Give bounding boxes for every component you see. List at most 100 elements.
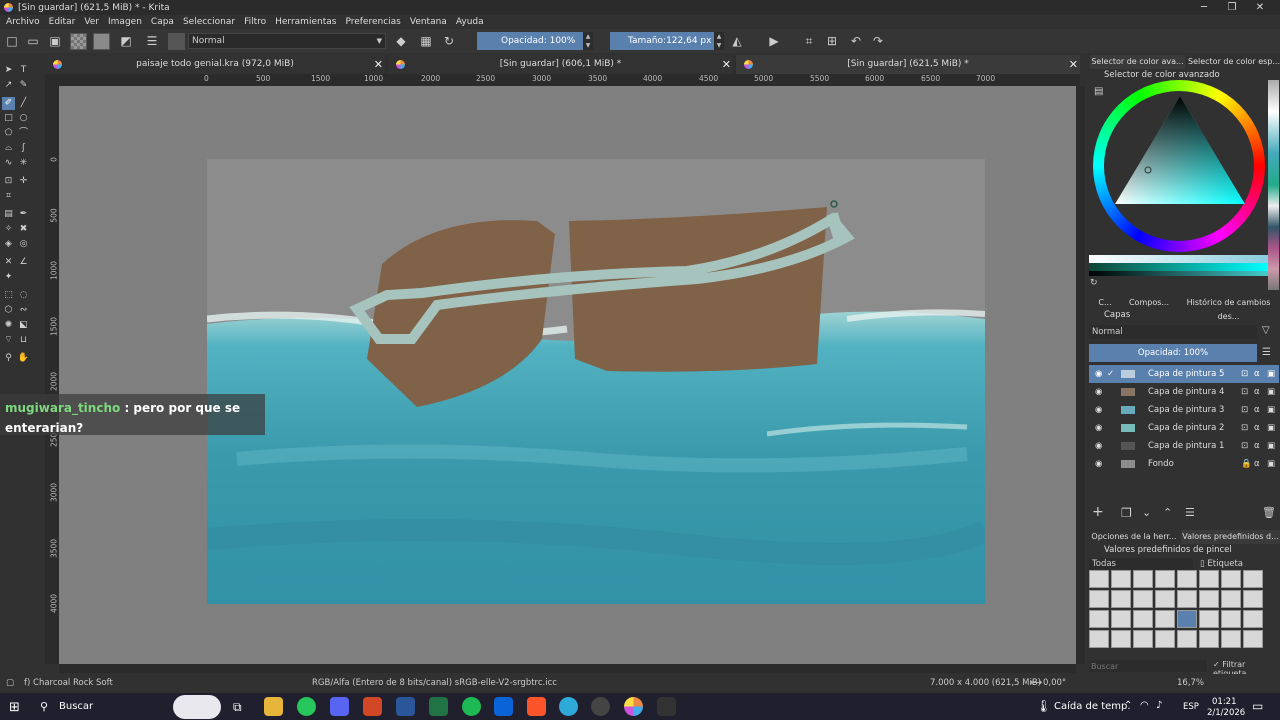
brush-preset[interactable] <box>1221 630 1241 648</box>
brush-preset[interactable] <box>1133 610 1153 628</box>
save-document-icon[interactable]: ▣ <box>47 33 63 49</box>
layer-opacity-slider[interactable]: Opacidad: 100% <box>1089 344 1257 362</box>
mirror-horizontal-icon[interactable]: ◭ <box>729 33 745 49</box>
visibility-icon[interactable]: ◉ <box>1095 437 1102 455</box>
freehand-path-icon[interactable]: ʃ <box>17 142 30 155</box>
menu-preferencias[interactable]: Preferencias <box>345 17 400 27</box>
preset-search-input[interactable] <box>1089 660 1207 672</box>
pattern-swatch[interactable] <box>93 33 110 50</box>
inherit-alpha-icon[interactable]: ▣ <box>1267 401 1275 419</box>
mail-icon[interactable] <box>494 697 513 716</box>
restore-button[interactable]: ❐ <box>1218 0 1246 15</box>
preserve-alpha-icon[interactable]: ▦ <box>418 33 434 49</box>
transform-tool-icon[interactable]: ⊡ <box>2 175 15 188</box>
tab-compositions[interactable]: Compos... <box>1123 296 1175 310</box>
brush-preset[interactable] <box>1243 590 1263 608</box>
brush-preset-selected[interactable] <box>1177 610 1197 628</box>
tab-sin-guardar-621[interactable]: [Sin guardar] (621,5 MiB) * ✕ <box>736 55 1080 74</box>
color-slider-light[interactable] <box>1089 255 1268 263</box>
whatsapp-icon[interactable] <box>297 697 316 716</box>
ellipse-tool-icon[interactable]: ○ <box>17 112 30 125</box>
gradient-swatch[interactable] <box>70 33 87 50</box>
brush-preset[interactable] <box>1243 630 1263 648</box>
excel-icon[interactable] <box>429 697 448 716</box>
visibility-icon[interactable]: ◉ <box>1095 365 1102 383</box>
color-slider-value[interactable] <box>1089 271 1268 276</box>
add-layer-icon[interactable]: + <box>1092 504 1104 520</box>
size-spinner[interactable]: ▲ ▼ <box>714 32 724 50</box>
multibrush-icon[interactable]: ✳ <box>17 157 30 170</box>
brush-preset[interactable] <box>1111 590 1131 608</box>
polygon-select-icon[interactable]: ⬡ <box>2 304 15 317</box>
tab-tool-options[interactable]: Opciones de la herr... <box>1090 530 1178 544</box>
lock-icon[interactable]: ⊡ <box>1241 437 1248 455</box>
alpha-lock-icon[interactable]: α <box>1254 365 1260 383</box>
wifi-icon[interactable]: ◠ <box>1140 700 1149 711</box>
menu-ayuda[interactable]: Ayuda <box>456 17 484 27</box>
layer-row-3[interactable]: ◉ Capa de pintura 3 ⊡ α ▣ <box>1089 401 1279 419</box>
menu-ver[interactable]: Ver <box>84 17 99 27</box>
brush-preset[interactable] <box>1243 570 1263 588</box>
saturation-triangle[interactable] <box>1115 96 1245 206</box>
pan-tool-icon[interactable]: ✋ <box>17 352 30 365</box>
visibility-icon[interactable]: ◉ <box>1095 419 1102 437</box>
search-highlight-image[interactable] <box>173 695 221 719</box>
refresh-colors-icon[interactable]: ↻ <box>1090 278 1098 288</box>
zoom-tool-icon[interactable]: ⚲ <box>2 352 15 365</box>
measure-tool-icon[interactable]: ∠ <box>17 256 30 269</box>
alpha-lock-icon[interactable]: α <box>1254 455 1260 473</box>
similar-select-icon[interactable]: ⬕ <box>17 319 30 332</box>
checkbox-icon[interactable]: ✓ <box>1107 365 1114 383</box>
color-picker-icon[interactable]: ✒ <box>17 208 30 221</box>
brush-preset[interactable] <box>1089 610 1109 628</box>
layer-row-fondo[interactable]: ◉ Fondo 🔒 α ▣ <box>1089 455 1279 473</box>
brush-preset[interactable] <box>1133 630 1153 648</box>
brush-preset[interactable] <box>1133 590 1153 608</box>
obs-icon[interactable] <box>591 697 610 716</box>
brush-preset[interactable] <box>1155 630 1175 648</box>
lock-icon[interactable]: 🔒 <box>1241 455 1252 473</box>
redo-icon[interactable]: ↷ <box>870 33 886 49</box>
inherit-alpha-icon[interactable]: ▣ <box>1267 437 1275 455</box>
color-slider-saturation[interactable] <box>1089 263 1268 271</box>
calligraphy-icon[interactable]: ✎ <box>17 79 30 92</box>
file-explorer-icon[interactable] <box>264 697 283 716</box>
freehand-select-icon[interactable]: ∾ <box>17 304 30 317</box>
language-label[interactable]: ESP <box>1183 702 1199 712</box>
inherit-alpha-icon[interactable]: ▣ <box>1267 419 1275 437</box>
close-button[interactable]: ✕ <box>1246 0 1274 15</box>
blend-mode-select[interactable]: Normal ▼ <box>188 33 386 49</box>
tray-chevron-icon[interactable]: ⌃ <box>1124 700 1132 711</box>
select-shape-icon[interactable]: ➤ <box>2 64 15 77</box>
open-document-icon[interactable]: ▭ <box>25 33 41 49</box>
colorize-mask-icon[interactable]: ✖ <box>17 223 30 236</box>
close-tab-icon[interactable]: ✕ <box>1069 55 1078 74</box>
assistant-tool-icon[interactable]: ✕ <box>2 256 15 269</box>
windows-start-icon[interactable]: ⊞ <box>9 700 20 715</box>
crop-tool-icon[interactable]: ⌗ <box>2 190 15 203</box>
layer-properties-icon[interactable]: ☰ <box>1185 506 1195 519</box>
undo-icon[interactable]: ↶ <box>848 33 864 49</box>
magnetic-select-icon[interactable]: ⊔ <box>17 334 30 347</box>
rect-select-icon[interactable]: ⬚ <box>2 289 15 302</box>
ellipse-select-icon[interactable]: ◌ <box>17 289 30 302</box>
spotify-icon[interactable] <box>462 697 481 716</box>
contiguous-select-icon[interactable]: ✺ <box>2 319 15 332</box>
reload-preset-icon[interactable]: ↻ <box>441 33 457 49</box>
brush-preset[interactable] <box>1221 610 1241 628</box>
bezier-tool-icon[interactable]: ⌓ <box>2 142 15 155</box>
weather-label[interactable]: Caída de temp. <box>1054 701 1131 712</box>
powerpoint-icon[interactable] <box>363 697 382 716</box>
polyline-tool-icon[interactable]: ⌒ <box>17 127 30 140</box>
search-icon[interactable]: ⚲ <box>40 700 48 713</box>
menu-editar[interactable]: Editar <box>49 17 76 27</box>
clock-date[interactable]: 2/1/2026 <box>1207 708 1245 718</box>
layer-menu-icon[interactable]: ☰ <box>1262 347 1271 358</box>
duplicate-layer-icon[interactable]: ❐ <box>1121 506 1132 520</box>
inherit-alpha-icon[interactable]: ▣ <box>1267 365 1275 383</box>
status-zoom[interactable]: 16,7% <box>1177 674 1204 693</box>
mirror-vertical-icon[interactable]: ▶ <box>766 33 782 49</box>
speaker-icon[interactable]: ♪ <box>1156 700 1162 711</box>
edge-icon[interactable] <box>559 697 578 716</box>
layer-row-5[interactable]: ◉ ✓ Capa de pintura 5 ⊡ α ▣ <box>1089 365 1279 383</box>
